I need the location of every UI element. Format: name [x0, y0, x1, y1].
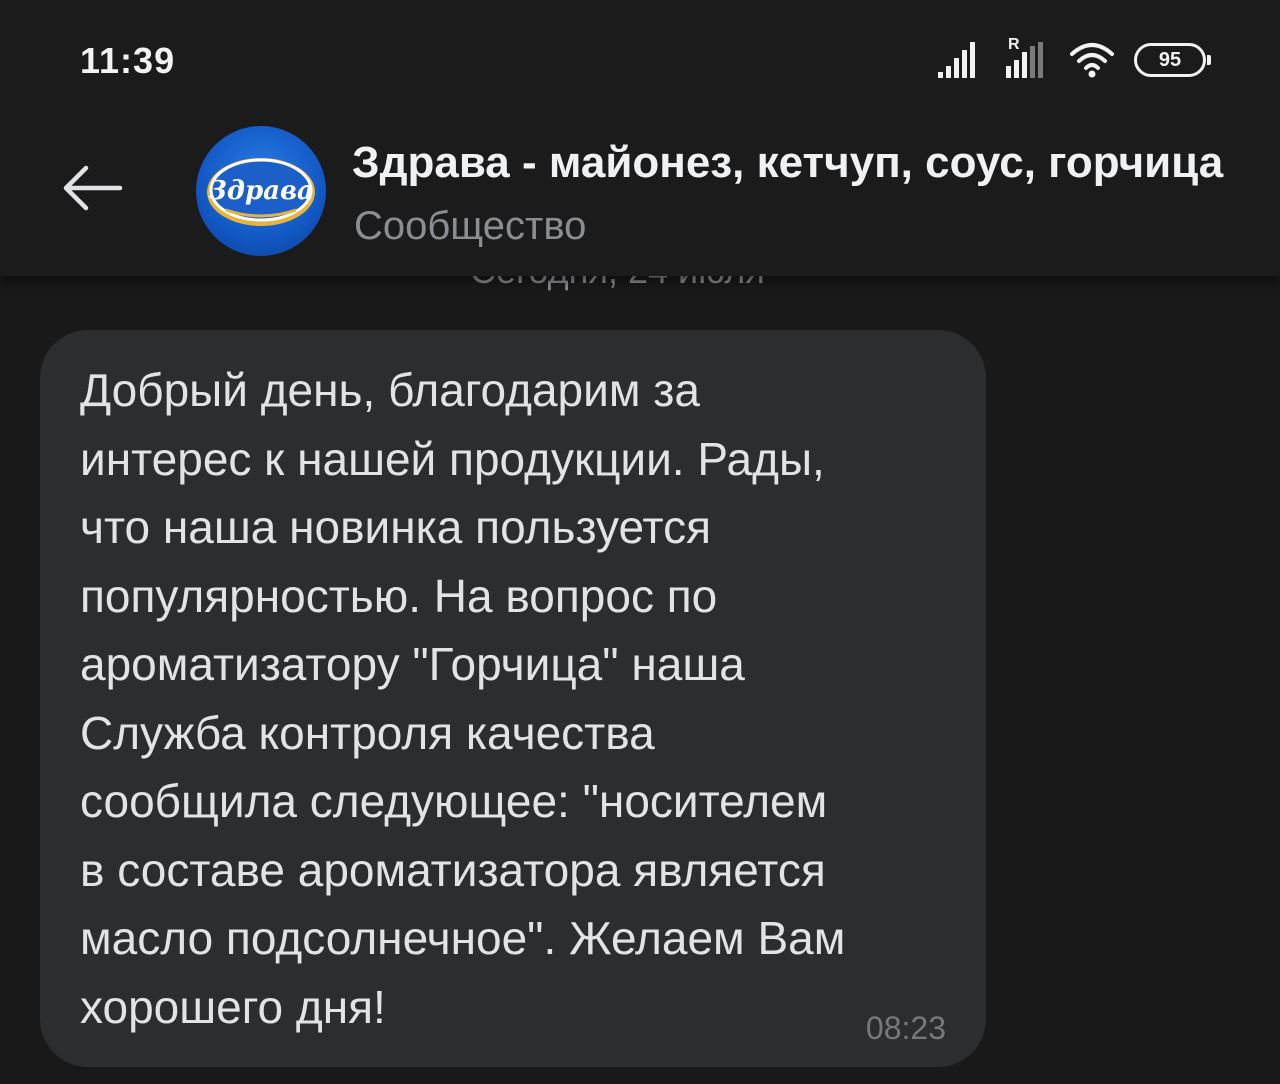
wifi-icon [1070, 43, 1114, 78]
message-text: Добрый день, благодарим за интерес к наш… [80, 364, 846, 1033]
community-title[interactable]: Здрава - майонез, кетчуп, соус, горчица [352, 138, 1280, 188]
svg-text:Здрава: Здрава [208, 176, 314, 206]
community-subtitle: Сообщество [354, 204, 587, 248]
signal-icon [938, 42, 975, 78]
community-avatar[interactable]: Здрава [196, 126, 326, 256]
back-button[interactable] [56, 152, 128, 224]
status-icons: R 95 [936, 36, 1211, 82]
signal-roaming-icon: R [1002, 36, 1050, 80]
arrow-left-icon [63, 165, 123, 211]
chat-header: Здрава Здрава - майонез, кетчуп, соус, г… [0, 110, 1280, 276]
zdrava-logo-icon: Здрава [207, 158, 315, 226]
message-time: 08:23 [865, 1010, 946, 1046]
message-bubble[interactable]: Добрый день, благодарим за интерес к наш… [40, 330, 986, 1067]
roaming-label: R [1008, 36, 1020, 53]
status-bar: 11:39 R 95 [0, 0, 1280, 110]
status-time: 11:39 [80, 40, 176, 81]
battery-level: 95 [1158, 48, 1182, 71]
battery-icon: 95 [1134, 43, 1211, 77]
chat-screen: 11:39 R 95 Здрава Здрава - майонез, кетч… [0, 0, 1280, 1084]
